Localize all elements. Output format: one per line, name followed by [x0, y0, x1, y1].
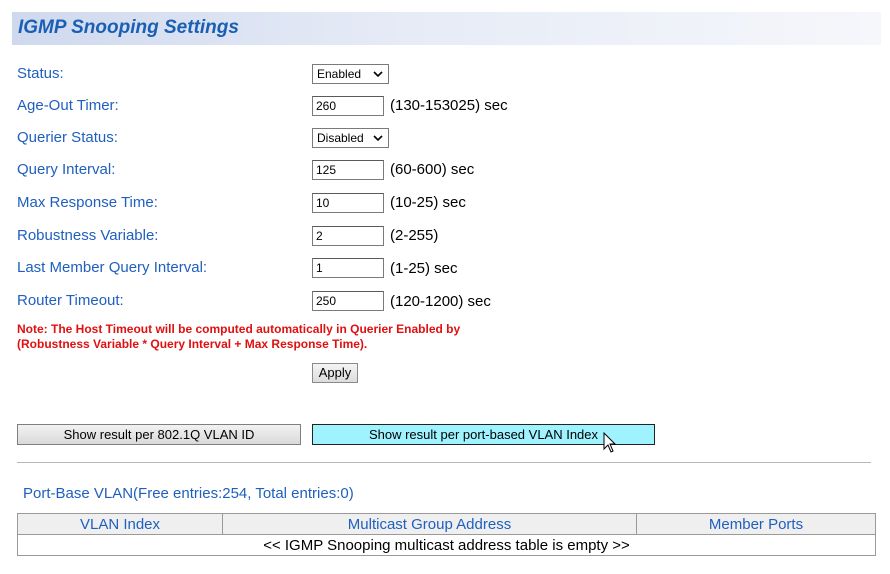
age-out-timer-range: (130-153025) sec — [390, 97, 508, 114]
table-header-row: VLAN Index Multicast Group Address Membe… — [17, 513, 876, 535]
max-response-time-input[interactable] — [312, 193, 384, 213]
last-member-query-interval-input[interactable] — [312, 258, 384, 278]
col-multicast-group-address: Multicast Group Address — [222, 513, 637, 535]
port-based-vlan-title: Port-Base VLAN(Free entries:254, Total e… — [23, 485, 354, 502]
mouse-cursor-icon — [603, 432, 617, 453]
page-header: IGMP Snooping Settings — [12, 12, 881, 45]
col-vlan-index: VLAN Index — [17, 513, 223, 535]
router-timeout-label: Router Timeout: — [17, 292, 124, 309]
status-label: Status: — [17, 65, 64, 82]
chevron-down-icon — [373, 135, 383, 142]
querier-status-select[interactable]: Disabled — [312, 128, 389, 148]
note-line-1: Note: The Host Timeout will be computed … — [17, 322, 461, 336]
query-interval-input[interactable] — [312, 160, 384, 180]
chevron-down-icon — [373, 71, 383, 78]
host-timeout-note: Note: The Host Timeout will be computed … — [17, 322, 460, 352]
last-member-query-interval-label: Last Member Query Interval: — [17, 259, 208, 276]
table-empty-message: << IGMP Snooping multicast address table… — [17, 534, 876, 556]
note-line-2: (Robustness Variable * Query Interval + … — [17, 337, 368, 351]
robustness-variable-label: Robustness Variable: — [17, 227, 159, 244]
max-response-time-label: Max Response Time: — [17, 194, 158, 211]
age-out-timer-input[interactable] — [312, 96, 384, 116]
age-out-timer-label: Age-Out Timer: — [17, 97, 119, 114]
status-select[interactable]: Enabled — [312, 64, 389, 84]
router-timeout-range: (120-1200) sec — [390, 293, 491, 310]
table-row: << IGMP Snooping multicast address table… — [17, 534, 876, 556]
show-per-vlan-id-button[interactable]: Show result per 802.1Q VLAN ID — [17, 424, 301, 445]
section-divider — [17, 462, 871, 463]
querier-status-select-value: Disabled — [317, 131, 364, 145]
robustness-variable-range: (2-255) — [390, 227, 439, 244]
max-response-time-range: (10-25) sec — [390, 194, 466, 211]
query-interval-label: Query Interval: — [17, 161, 116, 178]
multicast-table: VLAN Index Multicast Group Address Membe… — [17, 513, 876, 556]
last-member-query-interval-range: (1-25) sec — [390, 260, 458, 277]
query-interval-range: (60-600) sec — [390, 161, 475, 178]
col-member-ports: Member Ports — [636, 513, 876, 535]
router-timeout-input[interactable] — [312, 291, 384, 311]
page-title: IGMP Snooping Settings — [18, 17, 239, 38]
robustness-variable-input[interactable] — [312, 226, 384, 246]
status-select-value: Enabled — [317, 67, 362, 81]
apply-button[interactable]: Apply — [312, 363, 358, 383]
querier-status-label: Querier Status: — [17, 129, 118, 146]
